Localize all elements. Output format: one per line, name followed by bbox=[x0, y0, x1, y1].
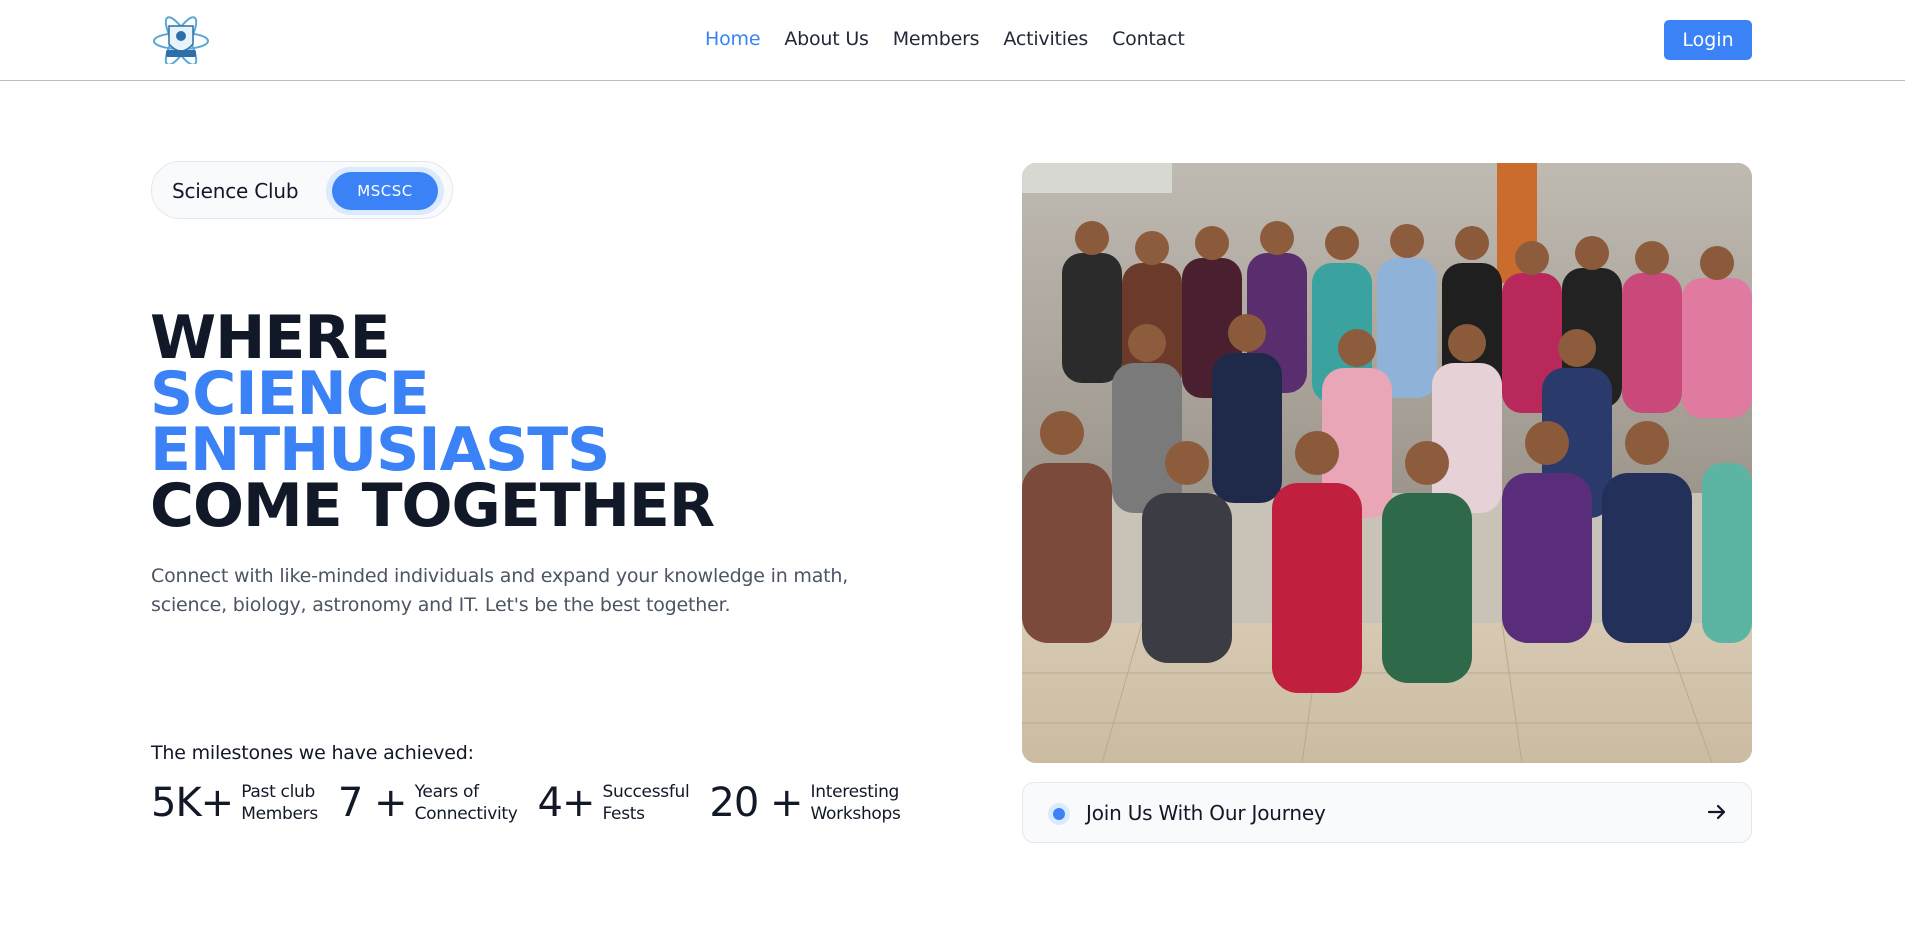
milestone-label-line: Connectivity bbox=[414, 804, 518, 824]
milestone-number: 4+ bbox=[537, 780, 596, 826]
arrow-right-icon bbox=[1707, 804, 1726, 820]
milestone-label-line: Past club bbox=[241, 782, 315, 802]
milestone-item: 7 + Years of Connectivity bbox=[338, 780, 518, 826]
club-logo-icon[interactable] bbox=[150, 14, 212, 64]
milestone-label: Years of Connectivity bbox=[415, 781, 518, 825]
milestone-item: 5K+ Past club Members bbox=[151, 780, 318, 826]
milestone-number: 20 + bbox=[709, 780, 803, 826]
nav-members-link[interactable]: Members bbox=[893, 28, 980, 50]
nav-activities-link[interactable]: Activities bbox=[1003, 28, 1088, 50]
login-button[interactable]: Login bbox=[1664, 20, 1752, 60]
hero-headline: WHERE SCIENCE ENTHUSIASTS COME TOGETHER bbox=[150, 303, 715, 541]
milestone-label-line: Successful bbox=[602, 782, 690, 802]
milestone-number: 7 + bbox=[337, 780, 408, 826]
milestone-label: Successful Fests bbox=[602, 781, 689, 825]
journey-dot-icon bbox=[1053, 808, 1065, 820]
journey-label: Join Us With Our Journey bbox=[1086, 801, 1326, 825]
group-photo-image bbox=[1022, 163, 1752, 763]
top-navbar: Home About Us Members Activities Contact… bbox=[0, 0, 1905, 81]
milestone-label-line: Members bbox=[241, 804, 318, 824]
milestone-item: 4+ Successful Fests bbox=[538, 780, 690, 826]
join-journey-button[interactable]: Join Us With Our Journey bbox=[1022, 782, 1752, 843]
headline-line-3: ENTHUSIASTS bbox=[150, 415, 610, 485]
milestone-item: 20 + Interesting Workshops bbox=[709, 780, 900, 826]
club-tag-label: Science Club bbox=[172, 179, 299, 203]
nav-home-link[interactable]: Home bbox=[705, 28, 761, 50]
milestone-label-line: Workshops bbox=[810, 804, 901, 824]
main-nav: Home About Us Members Activities Contact bbox=[705, 28, 1209, 50]
headline-line-1: WHERE bbox=[150, 303, 391, 373]
club-tag-badge: MSCSC bbox=[332, 172, 438, 210]
hero-subtext: Connect with like-minded individuals and… bbox=[151, 565, 849, 616]
club-tag-pill: Science Club MSCSC bbox=[151, 161, 453, 219]
nav-about-link[interactable]: About Us bbox=[784, 28, 869, 50]
milestone-label-line: Interesting bbox=[810, 782, 900, 802]
milestone-label: Interesting Workshops bbox=[811, 781, 901, 825]
milestone-label-line: Years of bbox=[414, 782, 480, 802]
nav-contact-link[interactable]: Contact bbox=[1112, 28, 1185, 50]
headline-line-2: SCIENCE bbox=[150, 359, 430, 429]
milestone-label-line: Fests bbox=[602, 804, 645, 824]
headline-line-4: COME TOGETHER bbox=[150, 471, 715, 541]
milestone-number: 5K+ bbox=[151, 780, 234, 826]
milestones-row: 5K+ Past club Members 7 + Years of Conne… bbox=[151, 780, 921, 826]
milestones-title: The milestones we have achieved: bbox=[151, 742, 474, 764]
milestone-label: Past club Members bbox=[241, 781, 318, 825]
group-photo bbox=[1022, 163, 1752, 763]
